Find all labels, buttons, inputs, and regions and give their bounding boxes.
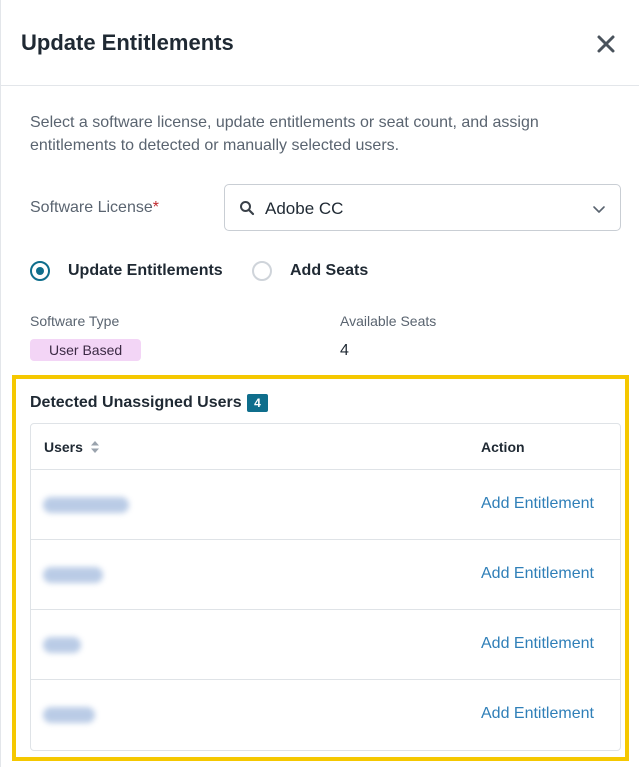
close-icon[interactable] [593, 31, 619, 57]
radio-add-seats-label: Add Seats [290, 262, 369, 279]
radio-unselected-icon [252, 261, 272, 281]
column-header-action: Action [481, 439, 525, 455]
detected-users-count-badge: 4 [247, 394, 268, 412]
redacted-user-name [43, 707, 95, 723]
software-type-label: Software Type [30, 313, 120, 329]
table-row: Add Entitlement [31, 540, 620, 610]
chevron-down-icon [593, 206, 605, 213]
software-license-label-text: Software License [30, 199, 153, 216]
available-seats-value: 4 [340, 342, 349, 359]
radio-update-entitlements-label: Update Entitlements [68, 262, 223, 279]
required-mark: * [152, 199, 159, 216]
redacted-user-name [43, 497, 129, 513]
add-entitlement-link[interactable]: Add Entitlement [481, 565, 594, 583]
panel-header: Update Entitlements [1, 0, 639, 86]
table-row: Add Entitlement [31, 610, 620, 680]
radio-selected-icon [30, 261, 50, 281]
table-row: Add Entitlement [31, 470, 620, 540]
detected-users-title: Detected Unassigned Users [30, 394, 242, 411]
radio-update-entitlements[interactable]: Update Entitlements [30, 261, 223, 281]
table-row: Add Entitlement [31, 680, 620, 750]
sort-icon[interactable] [89, 439, 101, 455]
detected-users-table: Users Action Add Entitlement Add Entitle… [30, 423, 621, 751]
add-entitlement-link[interactable]: Add Entitlement [481, 495, 594, 513]
table-header: Users Action [31, 424, 620, 470]
software-type-badge: User Based [30, 339, 142, 361]
software-license-label: Software License* [30, 199, 159, 217]
column-header-users[interactable]: Users [44, 439, 83, 455]
radio-add-seats[interactable]: Add Seats [252, 261, 368, 281]
search-icon [240, 201, 255, 216]
available-seats-label: Available Seats [340, 313, 437, 329]
add-entitlement-link[interactable]: Add Entitlement [481, 635, 594, 653]
redacted-user-name [43, 637, 81, 653]
panel-description: Select a software license, update entitl… [30, 114, 539, 154]
redacted-user-name [43, 567, 103, 583]
add-entitlement-link[interactable]: Add Entitlement [481, 705, 594, 723]
software-license-value: Adobe CC [265, 199, 344, 218]
software-license-select[interactable]: Adobe CC [224, 184, 621, 231]
panel-title: Update Entitlements [21, 30, 234, 55]
update-entitlements-panel: Update Entitlements Select a software li… [0, 0, 639, 767]
